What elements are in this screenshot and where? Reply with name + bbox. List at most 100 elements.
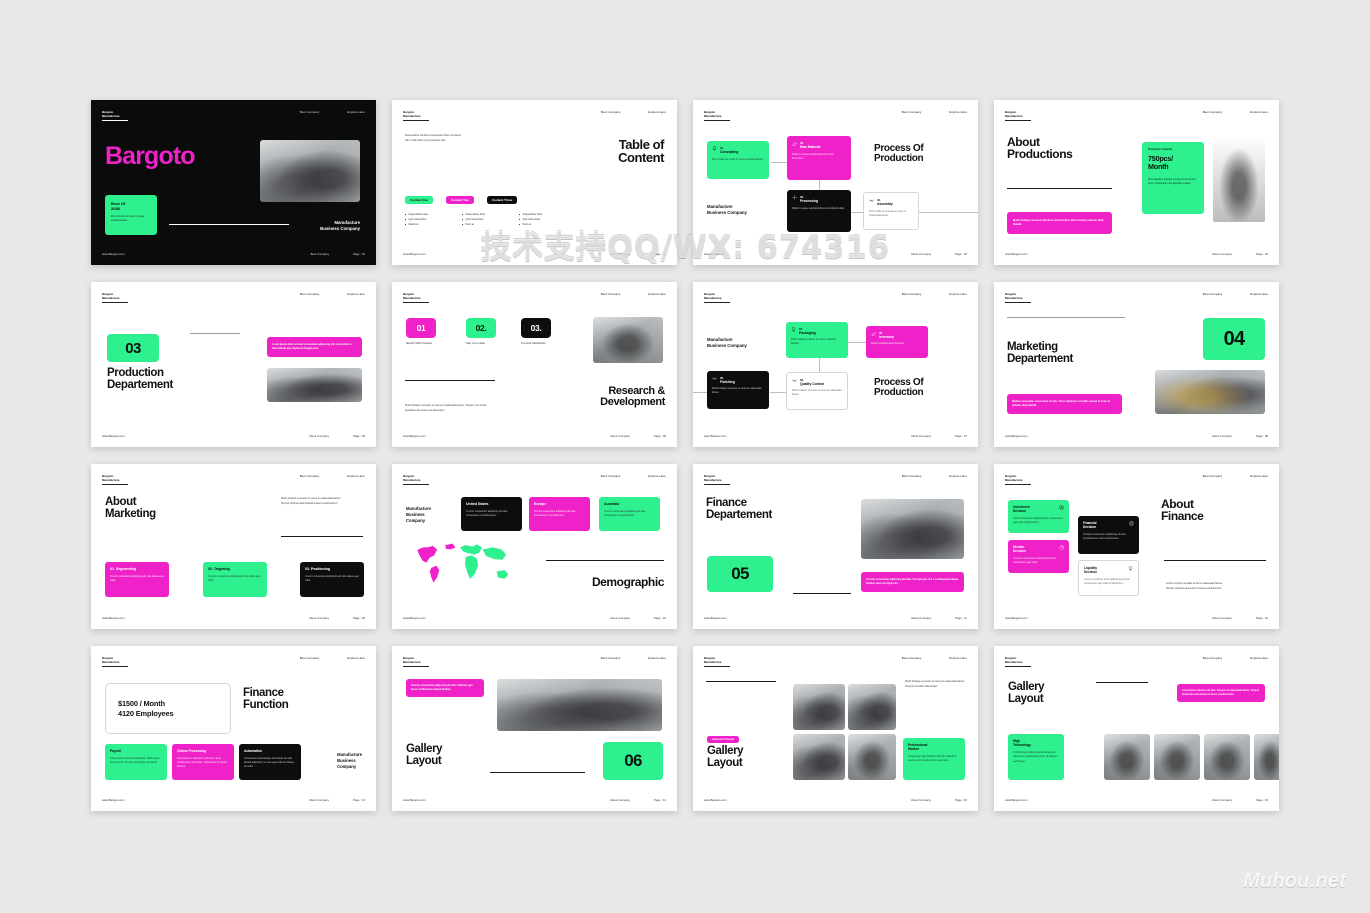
- finance-card-investment[interactable]: Investment Decision Tortor consectetur a…: [1008, 500, 1069, 533]
- footer-url[interactable]: www.Bargoto.com: [1005, 798, 1028, 802]
- stat-value: 750pcs/ Month: [1148, 154, 1173, 172]
- footer-url[interactable]: www.Bargoto.com: [403, 798, 426, 802]
- nav-best-company[interactable]: Best Company: [601, 656, 621, 660]
- nav-explore-here[interactable]: Explore Here: [347, 656, 365, 660]
- footer-url[interactable]: www.Bargoto.com: [102, 252, 125, 256]
- nav-best-company[interactable]: Best Company: [902, 656, 922, 660]
- slide-demographic[interactable]: Bargoto Manufacture Best Company Explore…: [392, 464, 677, 629]
- nav-best-company[interactable]: Best Company: [902, 110, 922, 114]
- footer-url[interactable]: www.Bargoto.com: [1005, 434, 1028, 438]
- nav-explore-here[interactable]: Explore Here: [949, 474, 967, 478]
- footer-url[interactable]: www.Bargoto.com: [403, 616, 426, 620]
- footer-url[interactable]: www.Bargoto.com: [1005, 616, 1028, 620]
- process-card-packaging[interactable]: 07. Packaging Morbi tristique pulvinar a…: [786, 322, 848, 358]
- toc-tab-two[interactable]: Content Two: [446, 196, 474, 205]
- footer-url[interactable]: www.Bargoto.com: [704, 252, 727, 256]
- nav-best-company[interactable]: Best Company: [1203, 110, 1223, 114]
- process-card-quality-control[interactable]: 06. Quality Control Morbi tristique sene…: [786, 372, 848, 410]
- process-card-finishing[interactable]: 05. Finishing Morbi tristique senectus e…: [707, 371, 769, 409]
- nav-best-company[interactable]: Best Company: [300, 474, 320, 478]
- slide-gallery-layout-3[interactable]: Bargoto Manufacture Best Company Explore…: [994, 646, 1279, 811]
- toc-tab-three[interactable]: Content Three: [486, 196, 518, 205]
- slide-about-marketing[interactable]: Bargoto Manufacture Best Company Explore…: [91, 464, 376, 629]
- header-nav: Best Company Explore Here: [1203, 474, 1268, 478]
- footer-url[interactable]: www.Bargoto.com: [403, 434, 426, 438]
- slide-gallery-layout-1[interactable]: Bargoto Manufacture Best Company Explore…: [392, 646, 677, 811]
- brand-line2: Manufacture: [704, 478, 722, 483]
- slide-research-development[interactable]: Bargoto Manufacture Best Company Explore…: [392, 282, 677, 447]
- nav-best-company[interactable]: Best Company: [300, 110, 320, 114]
- slide-footer: www.Bargoto.com About Company Page : 04: [1005, 252, 1268, 256]
- nav-explore-here[interactable]: Explore Here: [1250, 474, 1268, 478]
- nav-best-company[interactable]: Best Company: [1203, 656, 1223, 660]
- footer-url[interactable]: www.Bargoto.com: [102, 434, 125, 438]
- process-card-processing[interactable]: 03. Processing Mollis in neque suscipit …: [787, 190, 851, 232]
- nav-explore-here[interactable]: Explore Here: [648, 292, 666, 296]
- nav-explore-here[interactable]: Explore Here: [949, 656, 967, 660]
- finance-card-dividen[interactable]: Dividen Decision Ut enim a consectetur a…: [1008, 540, 1069, 573]
- footer-url[interactable]: www.Bargoto.com: [704, 434, 727, 438]
- nav-explore-here[interactable]: Explore Here: [648, 656, 666, 660]
- brand-underline: [1005, 665, 1031, 667]
- nav-explore-here[interactable]: Explore Here: [347, 474, 365, 478]
- slide-cover[interactable]: Bargoto Manufacture Best Company Explore…: [91, 100, 376, 265]
- footer-url[interactable]: www.Bargoto.com: [403, 252, 426, 256]
- slide-finance-departement[interactable]: Bargoto Manufacture Best Company Explore…: [693, 464, 978, 629]
- nav-best-company[interactable]: Best Company: [1203, 292, 1223, 296]
- demographic-card-europe[interactable]: Europe Ut enim consectetur adipiscing el…: [529, 497, 590, 531]
- footer-url[interactable]: www.Bargoto.com: [102, 616, 125, 620]
- demographic-card-united-states[interactable]: United States Ut enim consectetur adipis…: [461, 497, 522, 531]
- process-card-inventory[interactable]: 08. Inventory Morbi at facilisis lacus f…: [866, 326, 928, 358]
- footer-url[interactable]: www.Bargoto.com: [1005, 252, 1028, 256]
- finance-card-liquidity[interactable]: Liquidity Decision Ut enim a pulvinar to…: [1078, 560, 1139, 596]
- slide-process-production-1[interactable]: Bargoto Manufacture Best Company Explore…: [693, 100, 978, 265]
- leaf-icon: [792, 142, 797, 146]
- nav-best-company[interactable]: Best Company: [601, 292, 621, 296]
- slide-about-productions[interactable]: Bargoto Manufacture Best Company Explore…: [994, 100, 1279, 265]
- toc-tab-one[interactable]: Content One: [405, 196, 433, 205]
- finance-function-card-automation[interactable]: Automation Consectetur pellentesque at t…: [239, 744, 301, 780]
- finance-card-financial[interactable]: Financial Decision Tincidunt consectetur…: [1078, 516, 1139, 554]
- divider: [1007, 188, 1112, 189]
- nav-best-company[interactable]: Best Company: [601, 474, 621, 478]
- footer-company: About Company: [609, 616, 631, 620]
- demographic-card-australia[interactable]: Australia Ut enim consectetur adipiscing…: [599, 497, 660, 531]
- nav-explore-here[interactable]: Explore Here: [1250, 656, 1268, 660]
- footer-url[interactable]: www.Bargoto.com: [704, 616, 727, 620]
- footer-url[interactable]: www.Bargoto.com: [704, 798, 727, 802]
- marketing-card-segmenting[interactable]: 01. Segmenting Ut enim consectetur adipi…: [105, 562, 169, 597]
- process-card-raw-material[interactable]: 02. Raw Material Mollis in neque suscipi…: [787, 136, 851, 180]
- footer-url[interactable]: www.Bargoto.com: [102, 798, 125, 802]
- nav-explore-here[interactable]: Explore Here: [648, 110, 666, 114]
- nav-explore-here[interactable]: Explore Here: [648, 474, 666, 478]
- footer-page: Page : 09: [353, 616, 365, 620]
- slide-production-departement[interactable]: Bargoto Manufacture Best Company Explore…: [91, 282, 376, 447]
- finance-function-card-payroll[interactable]: Payroll Consectetur a tincidunt at facil…: [105, 744, 167, 780]
- slide-gallery-layout-2[interactable]: Bargoto Manufacture Best Company Explore…: [693, 646, 978, 811]
- process-card-assembly[interactable]: 04. Assembly Proin mollis at senectus et…: [863, 192, 919, 230]
- nav-best-company[interactable]: Best Company: [902, 292, 922, 296]
- nav-best-company[interactable]: Best Company: [300, 292, 320, 296]
- nav-explore-here[interactable]: Explore Here: [949, 292, 967, 296]
- slide-marketing-departement[interactable]: Bargoto Manufacture Best Company Explore…: [994, 282, 1279, 447]
- slide-process-production-2[interactable]: Bargoto Manufacture Best Company Explore…: [693, 282, 978, 447]
- card-body: Consectetur a nulla lorem pulvinar. Lacu…: [177, 757, 228, 769]
- marketing-card-targeting[interactable]: 02. Targeting Ut enim consectetur adipis…: [203, 562, 267, 597]
- nav-explore-here[interactable]: Explore Here: [949, 110, 967, 114]
- nav-explore-here[interactable]: Explore Here: [347, 292, 365, 296]
- brand-line2: Manufacture: [1005, 478, 1023, 483]
- slide-table-of-content[interactable]: Bargoto Manufacture Best Company Explore…: [392, 100, 677, 265]
- slide-about-finance[interactable]: Bargoto Manufacture Best Company Explore…: [994, 464, 1279, 629]
- nav-best-company[interactable]: Best Company: [1203, 474, 1223, 478]
- nav-best-company[interactable]: Best Company: [300, 656, 320, 660]
- nav-best-company[interactable]: Best Company: [601, 110, 621, 114]
- process-card-concepting[interactable]: 01. Concepting Proin mollis vel metus in…: [707, 141, 769, 179]
- nav-explore-here[interactable]: Explore Here: [347, 110, 365, 114]
- slide-finance-function[interactable]: Bargoto Manufacture Best Company Explore…: [91, 646, 376, 811]
- nav-best-company[interactable]: Best Company: [902, 474, 922, 478]
- nav-explore-here[interactable]: Explore Here: [1250, 292, 1268, 296]
- nav-explore-here[interactable]: Explore Here: [1250, 110, 1268, 114]
- marketing-card-positioning[interactable]: 03. Positioning Ut enim consectetur adip…: [300, 562, 364, 597]
- finance-function-card-claims[interactable]: Claims Processing Consectetur a nulla lo…: [172, 744, 234, 780]
- card-title: Assembly: [877, 201, 893, 206]
